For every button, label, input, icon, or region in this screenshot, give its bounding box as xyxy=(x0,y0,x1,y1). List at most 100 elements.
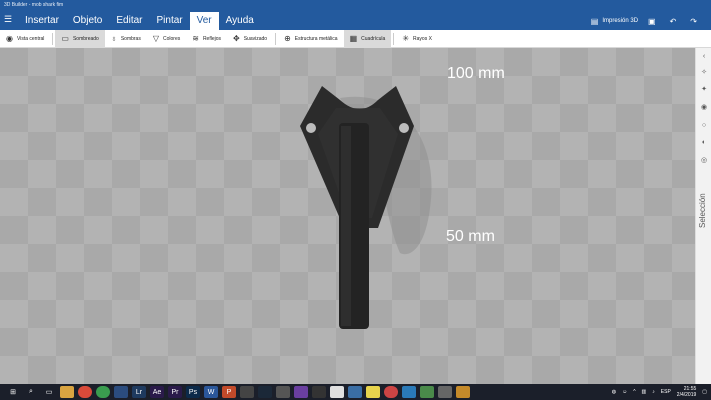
toolbar-label: Colores xyxy=(163,35,181,42)
app8-icon[interactable] xyxy=(384,386,398,398)
app3-icon[interactable] xyxy=(294,386,308,398)
volume-icon[interactable]: ♪ xyxy=(652,389,655,395)
toolbar-cuadricula[interactable]: ▦ Cuadrícula xyxy=(343,29,392,48)
save-button[interactable]: ▣ xyxy=(648,17,660,26)
toolbar-suavizado[interactable]: ✥ Suavizado xyxy=(227,30,273,48)
chrome-alt-icon[interactable] xyxy=(96,386,110,398)
collapse-chevron-icon[interactable]: ‹ xyxy=(699,52,709,62)
toolbar-reflejos[interactable]: ≋ Reflejos xyxy=(186,30,227,48)
clock[interactable]: 21:55 2/4/2019 xyxy=(677,386,696,398)
app2-icon[interactable] xyxy=(276,386,290,398)
undo-button[interactable]: ↶ xyxy=(670,17,681,26)
windows-taskbar: ⊞ ⌕ ▭ Lr Ae Pr Ps W P ◍ ☺ ^ ▥ ♪ ESP 21:5… xyxy=(0,384,711,400)
toolbar-divider xyxy=(275,32,277,45)
right-side-panel: ‹ ✧ ✦ ◉ ○ ◐ ◎ Selección xyxy=(695,48,711,384)
unity-icon[interactable] xyxy=(240,386,254,398)
redo-button[interactable]: ↷ xyxy=(690,17,701,26)
menu-ver[interactable]: Ver xyxy=(189,12,219,30)
app10-icon[interactable] xyxy=(438,386,452,398)
photoshop-icon[interactable]: Ps xyxy=(186,386,200,398)
redo-icon: ↷ xyxy=(690,16,697,26)
toolbar-estructura-metalica[interactable]: ⊕ Estructura metálica xyxy=(278,30,344,48)
menu-ayuda[interactable]: Ayuda xyxy=(219,12,261,30)
app9-icon[interactable] xyxy=(420,386,434,398)
search-icon[interactable]: ⌕ xyxy=(24,386,38,398)
app11-icon[interactable] xyxy=(456,386,470,398)
word-icon[interactable]: W xyxy=(204,386,218,398)
model-hole-right xyxy=(399,123,409,133)
toolbar-label: Reflejos xyxy=(202,35,222,42)
toolbar-divider xyxy=(393,32,395,45)
eye-icon: ◉ xyxy=(6,34,13,43)
toolbar-label: Estructura metálica xyxy=(294,35,338,42)
globe-icon: ⊕ xyxy=(284,34,291,43)
title-bar: 3D Builder - mob shark fim ☰ Insertar Ob… xyxy=(0,0,711,30)
print-3d-button[interactable]: ▤ Impresión 3D xyxy=(591,17,638,26)
toolbar-label: Suavizado xyxy=(243,35,268,42)
top-right-actions: ▤ Impresión 3D ▣ ↶ ↷ xyxy=(591,12,711,30)
view-toolbar: ◉ Vista central ▭ Sombreado ♁ Sombras ▽ … xyxy=(0,29,711,48)
model-hole-left xyxy=(306,123,316,133)
half-circle-icon[interactable]: ◐ xyxy=(699,138,709,148)
menu-pintar[interactable]: Pintar xyxy=(150,12,190,30)
printer-icon: ▤ xyxy=(590,16,599,26)
network-icon[interactable]: ▥ xyxy=(642,389,647,395)
toolbar-sombreado[interactable]: ▭ Sombreado xyxy=(55,29,105,48)
3d-builder-taskbar-icon[interactable] xyxy=(402,386,416,398)
paint-icon: ▽ xyxy=(152,34,159,43)
app5-icon[interactable] xyxy=(330,386,344,398)
toolbar-vista-central[interactable]: ◉ Vista central xyxy=(0,30,50,48)
save-icon: ▣ xyxy=(648,16,656,26)
menu-objeto[interactable]: Objeto xyxy=(66,12,109,30)
undo-icon: ↶ xyxy=(669,16,677,26)
menu-insertar[interactable]: Insertar xyxy=(18,12,66,30)
tray-app-icon[interactable]: ◍ xyxy=(612,389,616,395)
app7-icon[interactable] xyxy=(366,386,380,398)
windows-start-icon[interactable]: ⊞ xyxy=(6,386,20,398)
smooth-icon: ✥ xyxy=(233,34,240,43)
file-explorer-icon[interactable] xyxy=(60,386,74,398)
lightroom-icon[interactable]: Lr xyxy=(132,386,146,398)
height-dimension-label: 50 mm xyxy=(446,228,495,245)
toolbar-label: Rayos X xyxy=(413,35,432,42)
language-indicator[interactable]: ESP xyxy=(661,389,671,395)
people-icon[interactable]: ☺ xyxy=(622,389,627,395)
shading-icon: ▭ xyxy=(61,34,69,43)
app-icon[interactable] xyxy=(114,386,128,398)
task-view-icon[interactable]: ▭ xyxy=(42,386,56,398)
chrome-icon[interactable] xyxy=(78,386,92,398)
toolbar-sombras[interactable]: ♁ Sombras xyxy=(105,30,147,48)
3d-viewport[interactable]: 100 mm 50 mm xyxy=(0,48,695,384)
width-dimension-label: 100 mm xyxy=(447,65,505,82)
magic-wand-icon[interactable]: ✧ xyxy=(699,68,709,78)
hamburger-menu-icon[interactable]: ☰ xyxy=(4,14,14,24)
toolbar-label: Cuadrícula xyxy=(361,35,386,42)
empty-circle-icon[interactable]: ○ xyxy=(699,121,709,131)
toolbar-label: Sombras xyxy=(120,35,141,42)
model-svg xyxy=(300,86,432,329)
model-stem-highlight xyxy=(341,126,351,326)
after-effects-icon[interactable]: Ae xyxy=(150,386,164,398)
powerpoint-icon[interactable]: P xyxy=(222,386,236,398)
magic-wand-2-icon[interactable]: ✦ xyxy=(699,85,709,95)
steam-icon[interactable] xyxy=(258,386,272,398)
notification-icon[interactable]: ▢ xyxy=(702,389,707,395)
app4-icon[interactable] xyxy=(312,386,326,398)
select-circle-icon[interactable]: ◉ xyxy=(699,103,709,113)
menu-editar[interactable]: Editar xyxy=(109,12,149,30)
selection-panel-label: Selección xyxy=(698,193,707,228)
toolbar-divider xyxy=(52,32,54,45)
tray-chevron-icon[interactable]: ^ xyxy=(633,389,635,395)
select-all-icon[interactable]: ◎ xyxy=(699,156,709,166)
reflect-icon: ≋ xyxy=(192,34,199,43)
window-title: 3D Builder - mob shark fim xyxy=(4,2,64,8)
toolbar-rayos-x[interactable]: ✳ Rayos X xyxy=(396,30,438,48)
xray-icon: ✳ xyxy=(402,34,410,43)
app6-icon[interactable] xyxy=(348,386,362,398)
toolbar-label: Sombreado xyxy=(72,35,99,42)
premiere-icon[interactable]: Pr xyxy=(168,386,182,398)
toolbar-colores[interactable]: ▽ Colores xyxy=(147,30,186,48)
clock-date: 2/4/2019 xyxy=(676,392,697,398)
print-3d-label: Impresión 3D xyxy=(602,18,639,24)
main-menu: Insertar Objeto Editar Pintar Ver Ayuda xyxy=(18,12,261,30)
